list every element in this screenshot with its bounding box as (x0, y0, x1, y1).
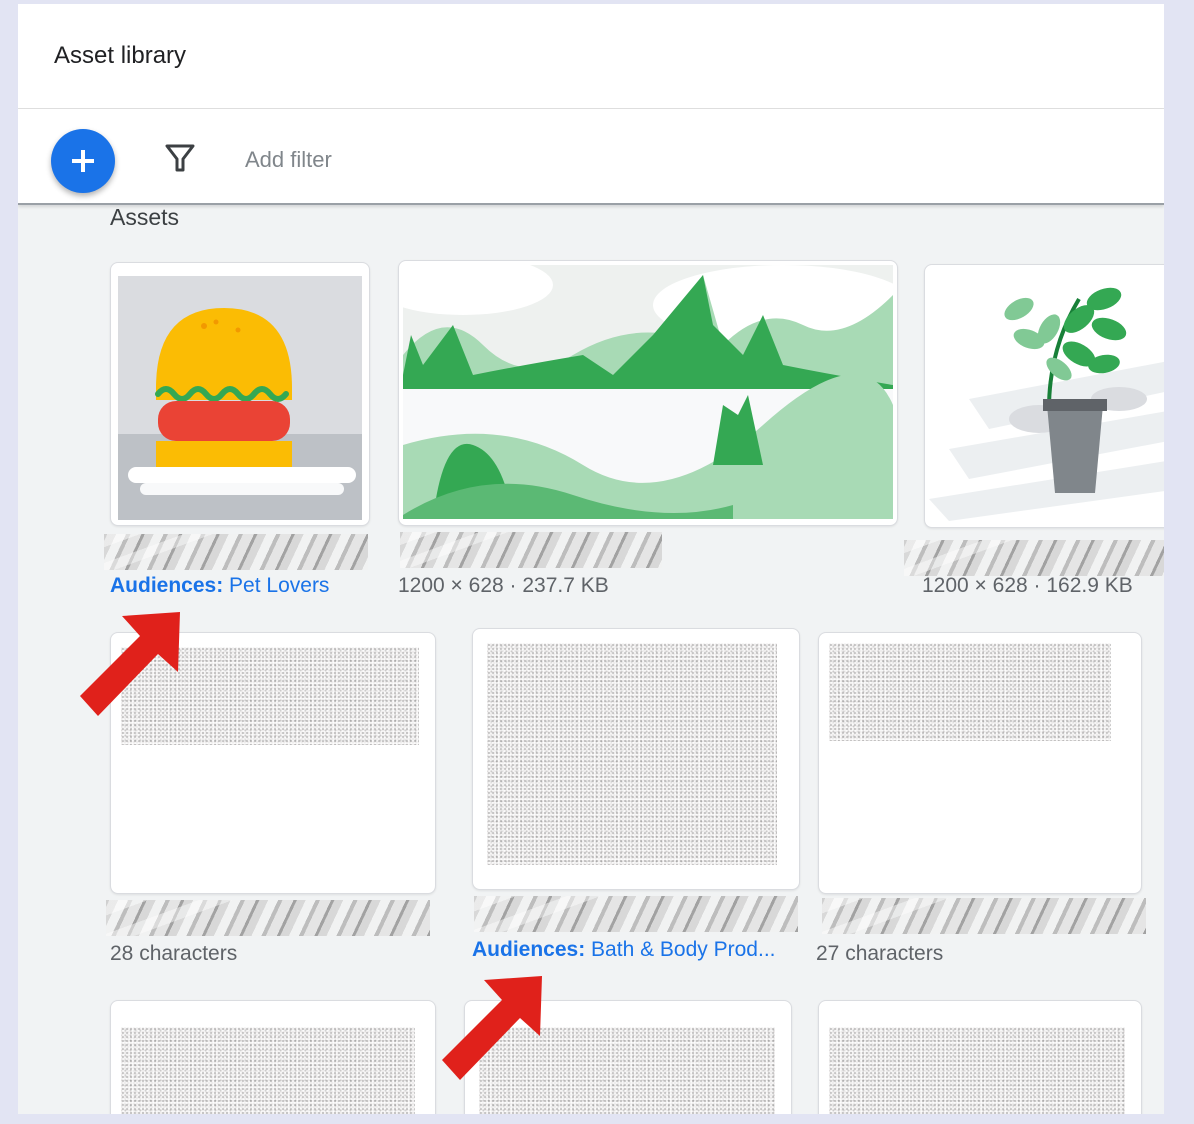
asset-card-plant[interactable] (924, 264, 1164, 528)
character-count: 28 characters (110, 942, 238, 965)
annotation-arrow-icon (80, 612, 180, 716)
audience-key: Audiences: (472, 938, 586, 961)
redacted-text-block (487, 643, 777, 865)
audience-value: Pet Lovers (229, 574, 330, 597)
audience-label: Audiences: Pet Lovers (110, 574, 329, 598)
plus-icon (72, 150, 94, 172)
asset-card-text[interactable] (472, 628, 800, 890)
caption-redaction (400, 532, 662, 568)
asset-card-text[interactable] (818, 1000, 1142, 1114)
redacted-text-block (829, 643, 1111, 741)
annotation-arrow-icon (442, 976, 542, 1080)
asset-card-landscape[interactable] (398, 260, 898, 526)
filter-funnel-icon[interactable] (164, 143, 196, 173)
audience-key: Audiences: (110, 574, 224, 597)
caption-redaction (474, 896, 798, 932)
caption-redaction (104, 534, 368, 570)
page-title: Asset library (54, 42, 187, 69)
audience-value: Bath & Body Prod... (591, 938, 776, 961)
caption-redaction (106, 900, 430, 936)
asset-dimensions-size: 1200 × 628 · 162.9 KB (922, 574, 1133, 597)
landscape-image (403, 265, 893, 519)
asset-dimensions-size: 1200 × 628 · 237.7 KB (398, 574, 609, 597)
audience-label: Audiences: Bath & Body Prod... (472, 938, 775, 962)
asset-card-text[interactable] (110, 1000, 436, 1114)
asset-card-burger[interactable] (110, 262, 370, 526)
assets-section-title: Assets (110, 204, 180, 230)
plant-image (929, 269, 1164, 521)
caption-redaction (822, 898, 1146, 934)
asset-card-text[interactable] (818, 632, 1142, 894)
asset-library-panel: Asset library Add filter Assets Audience… (18, 4, 1164, 1114)
toolbar: Add filter (18, 109, 1164, 205)
page-header: Asset library (18, 4, 1164, 109)
redacted-text-block (121, 1027, 415, 1114)
caption-redaction (904, 540, 1164, 576)
add-filter-input[interactable]: Add filter (245, 147, 332, 173)
burger-image (118, 276, 362, 520)
character-count: 27 characters (816, 942, 944, 965)
add-asset-button[interactable] (51, 129, 115, 193)
redacted-text-block (829, 1027, 1125, 1114)
